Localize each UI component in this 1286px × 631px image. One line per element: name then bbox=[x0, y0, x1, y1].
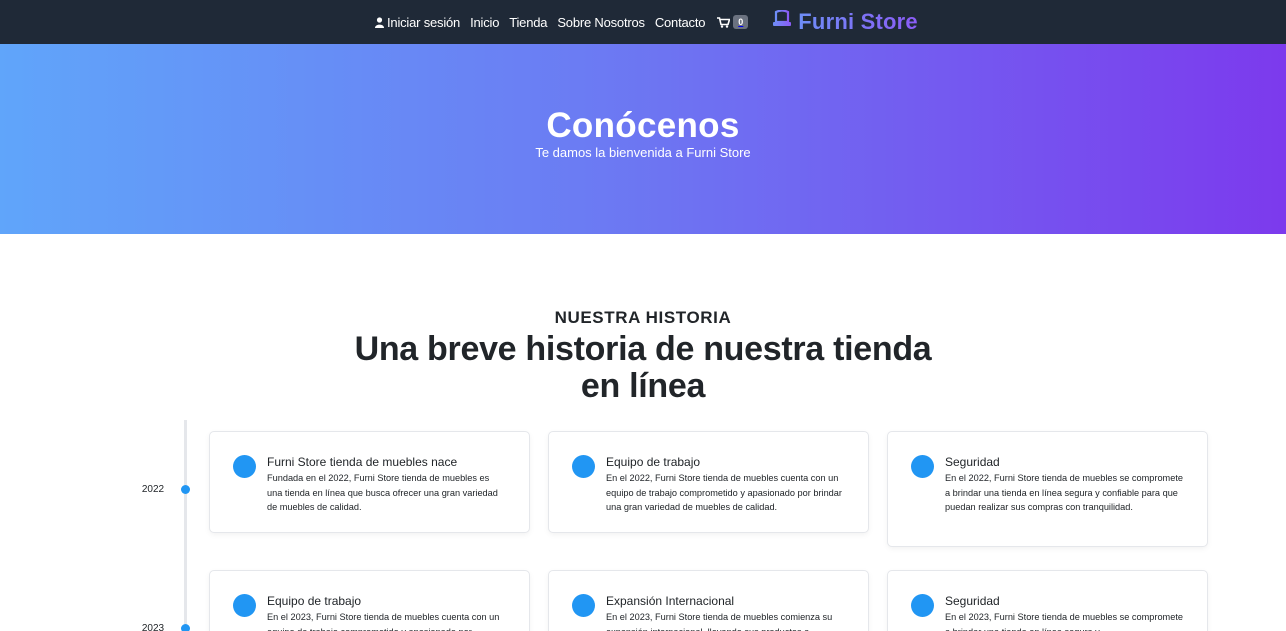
nav-link-tienda[interactable]: Tienda bbox=[509, 15, 547, 30]
history-card: Expansión Internacional En el 2023, Furn… bbox=[548, 570, 869, 631]
hero-banner: Conócenos Te damos la bienvenida a Furni… bbox=[0, 44, 1286, 234]
card-text: Fundada en el 2022, Furni Store tienda d… bbox=[267, 473, 498, 512]
login-link[interactable]: Iniciar sesión bbox=[375, 15, 460, 30]
nav-link-contacto[interactable]: Contacto bbox=[655, 15, 706, 30]
nav-link-sobre-nosotros[interactable]: Sobre Nosotros bbox=[557, 15, 645, 30]
hero-title: Conócenos bbox=[546, 106, 740, 145]
card-title: Equipo de trabajo bbox=[606, 455, 701, 469]
hero-subtitle: Te damos la bienvenida a Furni Store bbox=[535, 145, 751, 160]
card-title: Expansión Internacional bbox=[606, 594, 735, 608]
card-text: En el 2022, Furni Store tienda de mueble… bbox=[606, 473, 842, 512]
brand-name: Furni Store bbox=[798, 9, 918, 34]
card-dot-icon bbox=[233, 455, 256, 478]
card-dot-icon bbox=[911, 455, 934, 478]
history-card: Seguridad En el 2022, Furni Store tienda… bbox=[887, 431, 1208, 547]
timeline-year-2023: 2023 bbox=[141, 623, 165, 631]
brand-logo[interactable]: Furni Store bbox=[772, 9, 918, 35]
nav-items: Iniciar sesión Inicio Tienda Sobre Nosot… bbox=[375, 0, 918, 44]
chair-icon bbox=[773, 10, 792, 34]
timeline-dot bbox=[181, 624, 190, 631]
history-card: Equipo de trabajo En el 2023, Furni Stor… bbox=[209, 570, 530, 631]
card-title: Seguridad bbox=[945, 594, 1000, 608]
card-dot-icon bbox=[572, 455, 595, 478]
nav-link-inicio[interactable]: Inicio bbox=[470, 15, 499, 30]
card-text: En el 2023, Furni Store tienda de mueble… bbox=[606, 612, 833, 631]
history-card: Equipo de trabajo En el 2022, Furni Stor… bbox=[548, 431, 869, 533]
card-text: En el 2022, Furni Store tienda de mueble… bbox=[945, 473, 1183, 512]
card-dot-icon bbox=[233, 594, 256, 617]
login-label: Iniciar sesión bbox=[387, 14, 461, 30]
cart-button[interactable]: 0 bbox=[717, 15, 749, 29]
cart-count-badge: 0 bbox=[733, 15, 749, 29]
timeline-year-2022: 2022 bbox=[141, 484, 165, 495]
section-headline: Una breve historia de nuestra tienda en … bbox=[354, 330, 932, 405]
card-title: Equipo de trabajo bbox=[267, 594, 362, 608]
card-title: Seguridad bbox=[945, 455, 1000, 469]
card-text: En el 2023, Furni Store tienda de mueble… bbox=[945, 612, 1183, 631]
history-card: Seguridad En el 2023, Furni Store tienda… bbox=[887, 570, 1208, 631]
card-dot-icon bbox=[572, 594, 595, 617]
history-card: Furni Store tienda de muebles nace Funda… bbox=[209, 431, 530, 533]
card-text: En el 2023, Furni Store tienda de mueble… bbox=[267, 612, 500, 631]
timeline-dot bbox=[181, 485, 190, 494]
user-icon bbox=[375, 16, 384, 28]
shopping-cart-icon bbox=[717, 16, 731, 28]
section-kicker: NUESTRA HISTORIA bbox=[554, 308, 732, 327]
card-title: Furni Store tienda de muebles nace bbox=[267, 455, 458, 469]
card-dot-icon bbox=[911, 594, 934, 617]
timeline-line bbox=[184, 420, 187, 631]
navbar: Iniciar sesión Inicio Tienda Sobre Nosot… bbox=[0, 0, 1286, 44]
